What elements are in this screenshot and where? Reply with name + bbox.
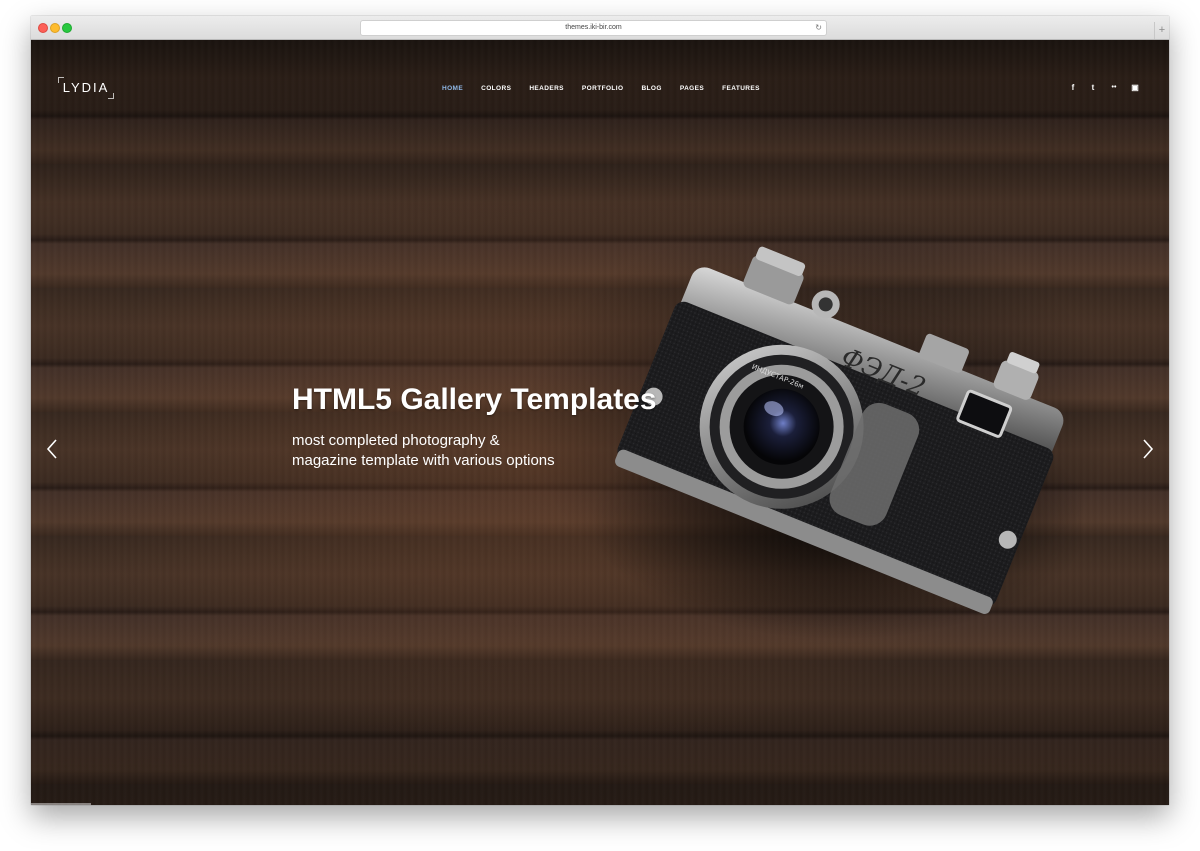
nav-item-portfolio[interactable]: PORTFOLIO [573,84,633,94]
address-bar[interactable]: themes.iki-bir.com ↻ [360,20,827,36]
browser-titlebar: themes.iki-bir.com ↻ + [31,16,1169,40]
address-url: themes.iki-bir.com [565,24,622,31]
slide-subtitle-line1: most completed photography & [292,432,500,449]
nav-item-blog[interactable]: BLOG [632,84,670,94]
minimize-window-button[interactable] [50,23,60,33]
camera-photo: ФЭД-2 ИНДУСТАР-26м [591,246,1081,640]
hero-slider: LYDIA HOME COLORS HEADERS PORTFOLIO BLOG… [31,40,1169,805]
twitter-icon[interactable]: t [1089,82,1097,94]
flickr-icon[interactable]: •• [1109,82,1119,94]
nav-item-pages[interactable]: PAGES [671,84,713,94]
nav-item-headers[interactable]: HEADERS [520,84,573,94]
instagram-icon[interactable]: ▣ [1131,82,1139,94]
maximize-window-button[interactable] [62,23,72,33]
nav-item-features[interactable]: FEATURES [713,84,769,94]
nav-item-home[interactable]: HOME [433,84,472,94]
plus-icon[interactable]: + [1154,22,1169,39]
browser-window: themes.iki-bir.com ↻ + LYDIA HOME COLORS… [31,16,1169,805]
social-links: f t •• ▣ [1069,82,1139,94]
facebook-icon[interactable]: f [1069,82,1077,94]
slide-subtitle-line2: magazine template with various options [292,452,555,469]
nav-item-colors[interactable]: COLORS [472,84,520,94]
site-logo[interactable]: LYDIA [58,77,114,99]
chevron-right-icon[interactable] [1141,438,1155,460]
slide-title: HTML5 Gallery Templates [292,383,657,416]
close-window-button[interactable] [38,23,48,33]
chevron-left-icon[interactable] [45,438,59,460]
main-nav: HOME COLORS HEADERS PORTFOLIO BLOG PAGES… [433,84,769,94]
slide-subtitle: most completed photography & magazine te… [292,431,632,471]
reload-icon[interactable]: ↻ [815,21,822,35]
slide-progress-bar [31,803,91,805]
